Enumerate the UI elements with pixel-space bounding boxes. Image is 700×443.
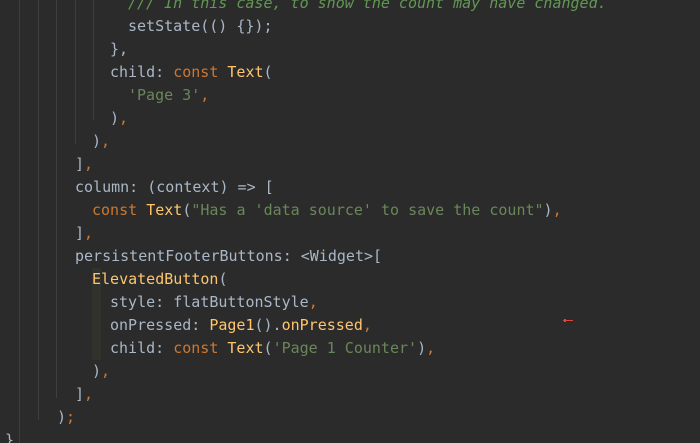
code-token: , xyxy=(84,224,94,242)
code-token: , xyxy=(84,385,94,403)
code-token: Page1 xyxy=(209,316,255,334)
code-token: ] xyxy=(75,385,85,403)
indent-guide xyxy=(93,0,94,120)
code-token: child: xyxy=(110,63,174,81)
code-token: column: (context) => [ xyxy=(75,178,274,196)
code-line[interactable]: ], xyxy=(75,153,93,176)
code-line[interactable]: }, xyxy=(110,38,128,61)
code-line[interactable]: ], xyxy=(75,222,93,245)
indent-highlight xyxy=(92,314,101,337)
code-token: /// In this case, to show the count may … xyxy=(128,0,607,12)
code-token: ( xyxy=(263,63,273,81)
code-token: (). xyxy=(254,316,282,334)
code-token: Text xyxy=(227,339,264,357)
code-line[interactable]: ), xyxy=(110,107,128,130)
code-token: ) xyxy=(417,339,427,357)
code-token: setState(() {}); xyxy=(128,17,273,35)
code-token: ] xyxy=(75,224,85,242)
code-token: 'Page 3' xyxy=(128,86,201,104)
code-line[interactable]: const Text("Has a 'data source' to save … xyxy=(92,199,562,222)
code-token: onPressed xyxy=(281,316,363,334)
code-token: Text xyxy=(146,201,183,219)
code-token: ( xyxy=(182,201,192,219)
code-line[interactable]: child: const Text('Page 1 Counter'), xyxy=(110,337,435,360)
code-token: }, xyxy=(110,40,129,58)
code-token: ) xyxy=(110,109,120,127)
code-token: , xyxy=(101,132,111,150)
code-line[interactable]: setState(() {}); xyxy=(128,15,273,38)
code-token: , xyxy=(200,86,210,104)
code-editor[interactable]: /// In this case, to show the count may … xyxy=(0,0,700,443)
code-token: persistentFooterButtons: <Widget>[ xyxy=(75,247,383,265)
code-token: ) xyxy=(92,362,102,380)
code-line[interactable]: ); xyxy=(57,406,75,429)
code-token: ; xyxy=(66,408,76,426)
code-token: const xyxy=(173,339,228,357)
code-line[interactable]: column: (context) => [ xyxy=(75,176,274,199)
red-arrow-icon xyxy=(563,319,573,322)
code-line[interactable]: ElevatedButton( xyxy=(92,268,227,291)
code-line[interactable]: } xyxy=(5,429,14,443)
code-token: ] xyxy=(75,155,85,173)
code-token: ) xyxy=(57,408,67,426)
indent-guide xyxy=(19,0,20,443)
code-token: , xyxy=(362,316,372,334)
indent-guide xyxy=(75,0,76,144)
code-line[interactable]: 'Page 3', xyxy=(128,84,209,107)
indent-guide xyxy=(38,0,39,420)
code-token: ElevatedButton xyxy=(92,270,219,288)
code-line[interactable]: child: const Text( xyxy=(110,61,273,84)
code-token: , xyxy=(308,293,318,311)
code-line[interactable]: persistentFooterButtons: <Widget>[ xyxy=(75,245,382,268)
code-token: , xyxy=(426,339,436,357)
code-token: , xyxy=(84,155,94,173)
code-line[interactable]: onPressed: Page1().onPressed, xyxy=(110,314,372,337)
code-token: const xyxy=(92,201,147,219)
indent-highlight xyxy=(92,291,101,314)
code-line[interactable]: style: flatButtonStyle, xyxy=(110,291,318,314)
code-token: } xyxy=(5,431,15,443)
code-line[interactable]: ), xyxy=(92,360,110,383)
code-line[interactable]: ], xyxy=(75,383,93,406)
code-token: , xyxy=(119,109,129,127)
code-line[interactable]: /// In this case, to show the count may … xyxy=(128,0,607,15)
code-token: child: xyxy=(110,339,174,357)
code-token: , xyxy=(552,201,562,219)
code-token: ) xyxy=(543,201,553,219)
code-token: ( xyxy=(263,339,273,357)
code-token: ( xyxy=(218,270,228,288)
indent-guide xyxy=(56,0,57,398)
code-token: 'Page 1 Counter' xyxy=(272,339,418,357)
code-token: style: flatButtonStyle xyxy=(110,293,309,311)
code-line[interactable]: ), xyxy=(92,130,110,153)
code-token: "Has a 'data source' to save the count" xyxy=(191,201,544,219)
code-token: Text xyxy=(227,63,264,81)
code-token: onPressed: xyxy=(110,316,210,334)
code-token: ) xyxy=(92,132,102,150)
code-token: , xyxy=(101,362,111,380)
indent-highlight xyxy=(92,337,101,360)
code-token: const xyxy=(173,63,228,81)
